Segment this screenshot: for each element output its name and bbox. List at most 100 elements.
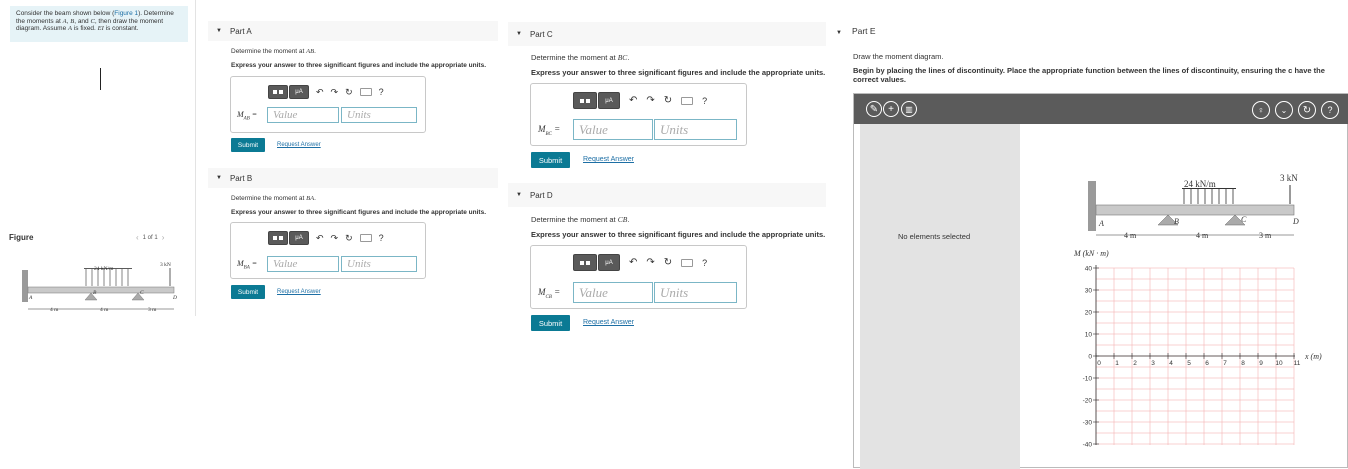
x-tick-label: 11	[1294, 360, 1301, 367]
redo-icon[interactable]: ↷	[646, 257, 654, 268]
pencil-icon[interactable]: ✎	[866, 101, 882, 117]
x-tick-label: 8	[1241, 360, 1245, 367]
part-b-units-input[interactable]: Units	[341, 256, 417, 272]
help-icon[interactable]: ?	[702, 258, 707, 268]
canvas-load-dist-label: 24 kN/m	[1184, 179, 1216, 189]
part-d-request-answer[interactable]: Request Answer	[583, 319, 634, 326]
part-b-header[interactable]: ▼ Part B	[208, 168, 498, 188]
y-axis-label: M (kN · m)	[1073, 249, 1109, 258]
refresh-icon[interactable]: ↻	[1298, 101, 1316, 119]
redo-icon[interactable]: ↷	[331, 87, 339, 98]
part-a-value-input[interactable]: Value	[267, 107, 339, 123]
lightbulb-icon[interactable]: ♀	[1252, 101, 1270, 119]
part-b-value-input[interactable]: Value	[267, 256, 339, 272]
part-d-value-input[interactable]: Value	[573, 282, 653, 303]
part-b-submit-button[interactable]: Submit	[231, 285, 265, 299]
help-icon[interactable]: ?	[379, 87, 384, 97]
load-dist-label: 24 kN/m	[94, 266, 114, 272]
part-a-label: MAB =	[237, 110, 258, 122]
part-a-prompt: Determine the moment at AB.	[231, 48, 316, 55]
units-button[interactable]: μA	[598, 254, 620, 271]
undo-icon[interactable]: ↶	[629, 257, 637, 268]
reset-icon[interactable]: ↻	[664, 257, 672, 268]
part-b-prompt: Determine the moment at BA.	[231, 195, 316, 202]
canvas-fixed-wall	[1088, 181, 1096, 231]
part-b-answer-box: μA ↶ ↷ ↻ ? MBA = Value Units	[230, 222, 426, 279]
pt-a-label: A	[28, 295, 33, 301]
x-tick-labels: 0 1 2 3 4 5 6 7 8 9 10 11	[1095, 353, 1301, 367]
figure-link[interactable]: Figure 1	[114, 10, 138, 17]
part-a-header[interactable]: ▼ Part A	[208, 21, 498, 41]
reset-icon[interactable]: ↻	[345, 233, 353, 244]
chevron-left-icon[interactable]: ‹	[136, 233, 139, 242]
x-tick-label: 4	[1169, 360, 1173, 367]
canvas-beam	[1095, 204, 1295, 216]
part-c-header[interactable]: ▼ Part C	[508, 22, 826, 46]
reset-icon[interactable]: ↻	[664, 95, 672, 106]
templates-button[interactable]	[268, 85, 288, 99]
units-button[interactable]: μA	[289, 231, 309, 245]
canvas-dim1-label: 4 m	[1124, 231, 1137, 240]
pager-text: 1 of 1	[142, 234, 158, 241]
caret-down-icon: ▼	[516, 192, 522, 198]
part-c-value-input[interactable]: Value	[573, 119, 653, 140]
part-c-submit-button[interactable]: Submit	[531, 152, 570, 168]
part-d-answer-box: μA ↶ ↷ ↻ ? MCB = Value Units	[530, 245, 747, 309]
part-d-units-input[interactable]: Units	[654, 282, 737, 303]
keyboard-icon[interactable]	[359, 234, 372, 242]
undo-icon[interactable]: ↶	[629, 95, 637, 106]
moment-diagram-canvas[interactable]: 24 kN/m 3 kN A B C D 4 m 4 m 3 m M (kN ·…	[1020, 123, 1348, 468]
canvas-pt-b-label: B	[1174, 217, 1179, 226]
part-c-units-input[interactable]: Units	[654, 119, 737, 140]
keyboard-icon[interactable]	[681, 96, 694, 105]
problem-statement: Consider the beam shown below (Figure 1)…	[10, 6, 188, 42]
units-button[interactable]: μA	[598, 92, 620, 109]
grid-vertical	[1095, 268, 1295, 445]
part-d-instructions: Express your answer to three significant…	[531, 230, 826, 239]
x-tick-label: 5	[1187, 360, 1191, 367]
redo-icon[interactable]: ↷	[646, 95, 654, 106]
plus-icon[interactable]: +	[883, 101, 899, 117]
caret-down-icon: ▼	[516, 31, 522, 37]
help-icon[interactable]: ?	[1321, 101, 1339, 119]
chevron-down-icon[interactable]: ⌄	[1275, 101, 1293, 119]
part-a-submit-button[interactable]: Submit	[231, 138, 265, 152]
x-tick-label: 7	[1223, 360, 1227, 367]
undo-icon[interactable]: ↶	[316, 87, 324, 98]
y-tick-label: -20	[1083, 398, 1093, 405]
dim2-label: 4 m	[100, 307, 109, 313]
part-d-submit-button[interactable]: Submit	[531, 315, 570, 331]
dim1-label: 4 m	[50, 307, 59, 313]
part-b-label: MBA =	[237, 259, 258, 271]
undo-icon[interactable]: ↶	[316, 233, 324, 244]
part-b-request-answer[interactable]: Request Answer	[277, 289, 321, 295]
y-tick-labels: 40 30 20 10 0 -10 -20 -30 -40	[1083, 266, 1099, 449]
part-a-answer-box: μA ↶ ↷ ↻ ? MAB = Value Units	[230, 76, 426, 133]
canvas-pt-a-label: A	[1098, 219, 1104, 228]
templates-button[interactable]	[268, 231, 288, 245]
part-a-units-input[interactable]: Units	[341, 107, 417, 123]
x-tick-label: 0	[1097, 360, 1101, 367]
keyboard-icon[interactable]	[681, 258, 694, 267]
trash-icon[interactable]: ▥	[901, 101, 917, 117]
help-icon[interactable]: ?	[702, 96, 707, 106]
caret-down-icon: ▼	[836, 30, 842, 36]
part-a-instructions: Express your answer to three significant…	[231, 62, 486, 69]
part-c-instructions: Express your answer to three significant…	[531, 68, 826, 77]
part-c-request-answer[interactable]: Request Answer	[583, 156, 634, 163]
templates-button[interactable]	[573, 254, 597, 271]
templates-button[interactable]	[573, 92, 597, 109]
keyboard-icon[interactable]	[359, 88, 372, 96]
chevron-right-icon[interactable]: ›	[162, 233, 165, 242]
reset-icon[interactable]: ↻	[345, 87, 353, 98]
part-a-request-answer[interactable]: Request Answer	[277, 142, 321, 148]
part-d-header[interactable]: ▼ Part D	[508, 183, 826, 207]
units-button[interactable]: μA	[289, 85, 309, 99]
part-e-instructions: Begin by placing the lines of discontinu…	[853, 66, 1325, 84]
y-tick-label: 40	[1085, 266, 1093, 273]
canvas-load-point-label: 3 kN	[1280, 173, 1298, 183]
redo-icon[interactable]: ↷	[331, 233, 339, 244]
help-icon[interactable]: ?	[379, 233, 384, 243]
y-tick-label: -10	[1083, 376, 1093, 383]
part-e-header[interactable]: ▼ Part E	[836, 26, 876, 36]
